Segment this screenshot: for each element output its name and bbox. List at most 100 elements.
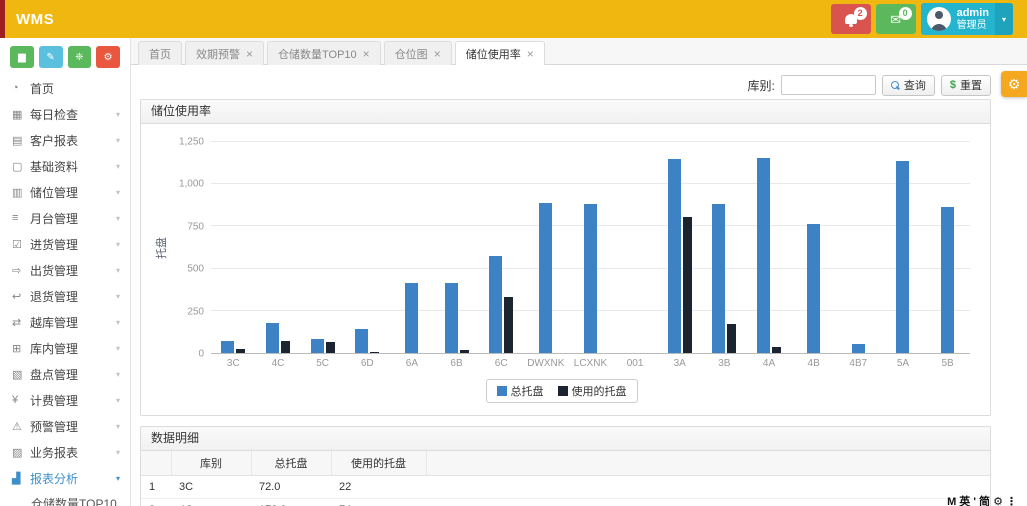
- tab[interactable]: 仓位图 ×: [384, 41, 452, 65]
- bar-series-0[interactable]: [807, 224, 820, 353]
- reset-button[interactable]: $ 重置: [941, 75, 991, 96]
- bar-series-0[interactable]: [584, 204, 597, 353]
- bar-series-0[interactable]: [355, 329, 368, 353]
- dashboard-icon: ◔: [12, 82, 30, 94]
- sidebar-item-label: 退货管理: [30, 288, 116, 305]
- x-axis-spacer: [153, 358, 211, 369]
- bar-series-1[interactable]: [370, 352, 379, 353]
- legend-item[interactable]: 使用的托盘: [558, 383, 627, 399]
- sidebar-item[interactable]: ¥计费管理▾: [0, 387, 130, 413]
- bar-series-1[interactable]: [236, 349, 245, 353]
- sidebar-item[interactable]: ≡月台管理▾: [0, 205, 130, 231]
- sidebar-item[interactable]: ⊞库内管理▾: [0, 335, 130, 361]
- tool-button[interactable]: ❈: [68, 46, 92, 68]
- table-row[interactable]: 13C72.022: [141, 475, 990, 498]
- legend-label: 总托盘: [511, 383, 544, 399]
- sidebar-item[interactable]: ⇨出货管理▾: [0, 257, 130, 283]
- tab[interactable]: 首页: [138, 41, 182, 65]
- bar-series-1[interactable]: [772, 347, 781, 353]
- sidebar-item[interactable]: ☑进货管理▾: [0, 231, 130, 257]
- bar-series-1[interactable]: [281, 341, 290, 353]
- bar-series-0[interactable]: [896, 161, 909, 353]
- sidebar-item-label: 越库管理: [30, 314, 116, 331]
- bar-series-0[interactable]: [712, 204, 725, 353]
- tool-button[interactable]: ✎: [39, 46, 63, 68]
- chevron-down-icon: ▾: [116, 370, 120, 379]
- bar-series-1[interactable]: [326, 342, 335, 353]
- bar-series-0[interactable]: [668, 159, 681, 353]
- warehouse-type-input[interactable]: [781, 75, 876, 95]
- bar-series-0[interactable]: [539, 203, 552, 353]
- table-cell-filler: [426, 475, 990, 498]
- bar-series-1[interactable]: [683, 217, 692, 353]
- table-header-cell[interactable]: 库别: [171, 451, 251, 475]
- sidebar-item[interactable]: ↩退货管理▾: [0, 283, 130, 309]
- bar-series-0[interactable]: [266, 323, 279, 353]
- tab[interactable]: 仓储数量TOP10×: [267, 41, 381, 65]
- sidebar-item[interactable]: ▨业务报表▾: [0, 439, 130, 465]
- tool-button[interactable]: ⚙: [96, 46, 120, 68]
- legend-swatch: [497, 386, 507, 396]
- tool-button[interactable]: ▆: [10, 46, 34, 68]
- bar-series-0[interactable]: [757, 158, 770, 353]
- settings-gear-button[interactable]: ⚙: [1001, 71, 1027, 97]
- bar-series-1[interactable]: [460, 350, 469, 353]
- sidebar-item-label: 每日检查: [30, 106, 116, 123]
- sidebar-item[interactable]: ▥储位管理▾: [0, 179, 130, 205]
- table-header-cell[interactable]: 使用的托盘: [331, 451, 426, 475]
- business-report-icon: ▨: [12, 446, 30, 459]
- bar-series-1[interactable]: [727, 324, 736, 353]
- legend-item[interactable]: 总托盘: [497, 383, 544, 399]
- close-icon[interactable]: ×: [363, 48, 370, 60]
- header-actions: 2 ✉ 0 admin 管理员 ▾: [831, 3, 1013, 35]
- sidebar-item[interactable]: ▤客户报表▾: [0, 127, 130, 153]
- x-axis-label: DWXNK: [523, 358, 568, 369]
- close-icon[interactable]: ×: [434, 48, 441, 60]
- table-header-cell[interactable]: 总托盘: [251, 451, 331, 475]
- chevron-down-icon: ▾: [116, 396, 120, 405]
- tab-label: 储位使用率: [466, 46, 521, 62]
- sidebar-item[interactable]: ◔首页: [0, 75, 130, 101]
- close-icon[interactable]: ×: [246, 48, 253, 60]
- bar-series-0[interactable]: [311, 339, 324, 353]
- messages-badge: 0: [899, 7, 912, 20]
- query-button[interactable]: 查询: [882, 75, 935, 96]
- notifications-button[interactable]: 2: [831, 4, 871, 34]
- sidebar-item[interactable]: ▢基础资料▾: [0, 153, 130, 179]
- main-area: 首页效期预警×仓储数量TOP10× 仓位图 × 储位使用率 × ⚙ 库别: 查询 $ 重…: [131, 38, 1027, 506]
- bar-series-0[interactable]: [941, 207, 954, 353]
- user-menu[interactable]: admin 管理员 ▾: [921, 3, 1013, 35]
- bar-series-0[interactable]: [221, 341, 234, 353]
- tab-label: 首页: [149, 46, 171, 62]
- sidebar-item[interactable]: ⚠预警管理▾: [0, 413, 130, 439]
- tab[interactable]: 储位使用率 ×: [455, 41, 545, 65]
- tab[interactable]: 效期预警×: [185, 41, 264, 65]
- sidebar-item[interactable]: ⇄越库管理▾: [0, 309, 130, 335]
- bar-series-1[interactable]: [504, 297, 513, 353]
- bar-series-0[interactable]: [445, 283, 458, 353]
- ime-status-bar[interactable]: M 英 ' 简 ⚙ ⋮: [947, 493, 1017, 506]
- sidebar-item[interactable]: ▧盘点管理▾: [0, 361, 130, 387]
- close-icon[interactable]: ×: [527, 48, 534, 60]
- sidebar-item[interactable]: ▟报表分析▾: [0, 465, 130, 491]
- bar-groups: [211, 142, 970, 353]
- basic-data-icon: ▢: [12, 160, 30, 173]
- customer-report-icon: ▤: [12, 134, 30, 147]
- bar-series-0[interactable]: [852, 344, 865, 353]
- bar-series-0[interactable]: [489, 256, 502, 353]
- table-row[interactable]: 24C178.074: [141, 498, 990, 506]
- messages-button[interactable]: ✉ 0: [876, 4, 916, 34]
- sidebar-subitem[interactable]: 仓储数量TOP10: [0, 491, 130, 506]
- chevron-down-icon[interactable]: ▾: [995, 3, 1013, 35]
- bar-series-0[interactable]: [405, 283, 418, 353]
- return-icon: ↩: [12, 290, 30, 303]
- bar-group: [211, 142, 256, 353]
- filter-label: 库别:: [748, 77, 775, 94]
- tab-label: 仓位图: [395, 46, 428, 62]
- sidebar-item[interactable]: ▦每日检查▾: [0, 101, 130, 127]
- x-axis-label: 001: [613, 358, 658, 369]
- bar-group: [881, 142, 926, 353]
- x-axis-label: 6D: [345, 358, 390, 369]
- bug-icon: ❈: [75, 52, 83, 63]
- query-button-label: 查询: [904, 77, 926, 93]
